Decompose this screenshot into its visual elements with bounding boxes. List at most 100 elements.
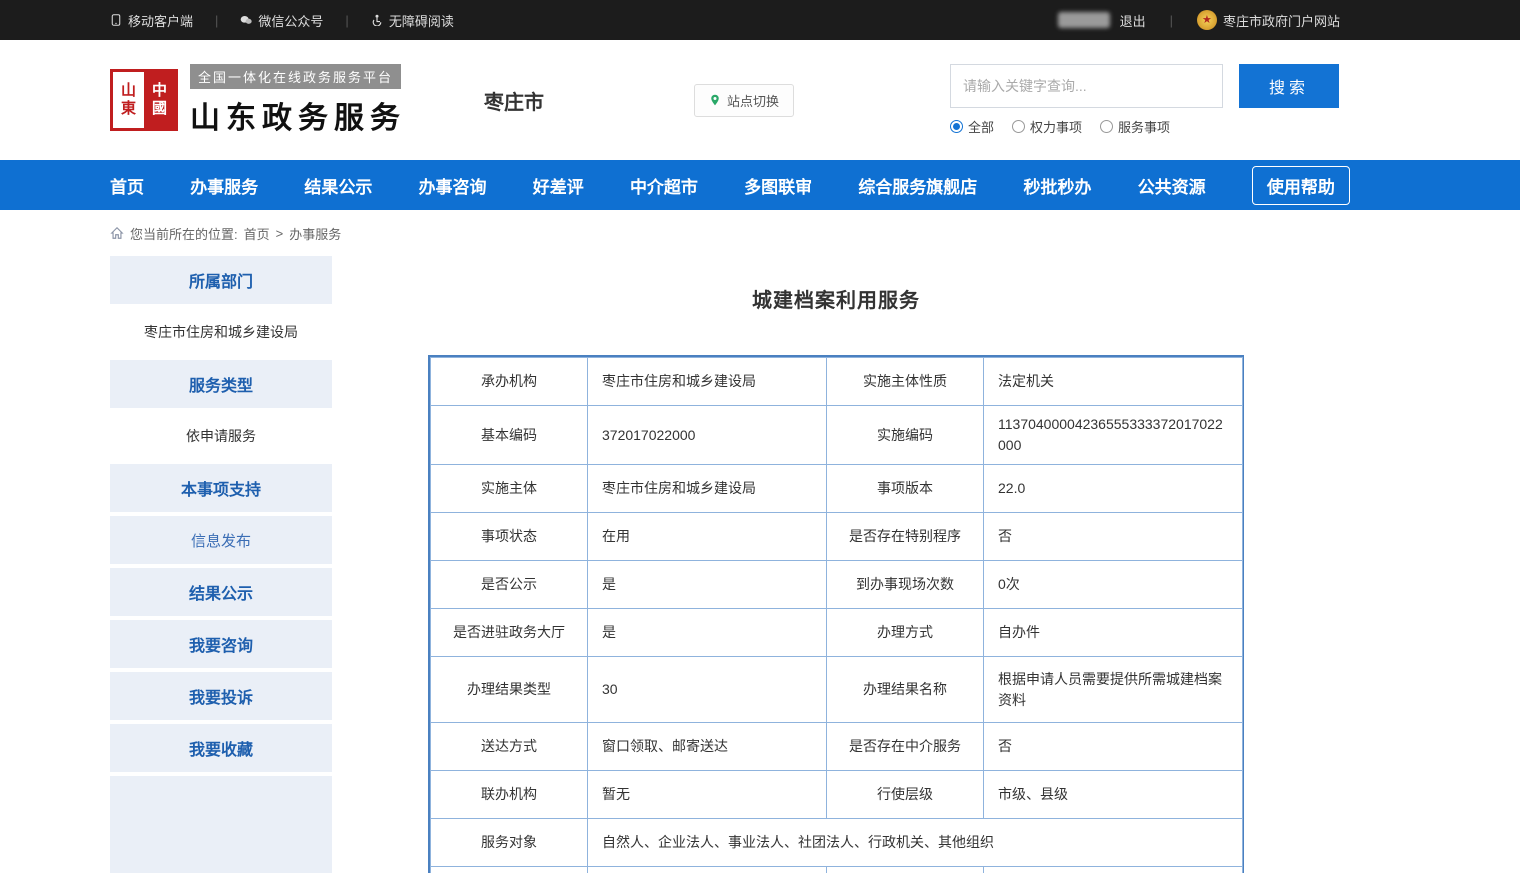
field-label: 办理方式 — [827, 609, 984, 657]
wechat-link[interactable]: 微信公众号 — [240, 11, 323, 30]
field-value: 暂无 — [588, 771, 827, 819]
sidebar-filler — [110, 776, 332, 873]
field-label: 到办事现场次数 — [827, 561, 984, 609]
logout-link[interactable]: 退出 — [1120, 11, 1146, 30]
table-row: 基本编码 372017022000 实施编码 11370400004236555… — [431, 406, 1243, 465]
nav-item-help[interactable]: 使用帮助 — [1252, 166, 1350, 205]
filter-radio-power-items[interactable]: 权力事项 — [1012, 117, 1082, 136]
divider: | — [345, 13, 348, 28]
sidebar-item-favorite[interactable]: 我要收藏 — [110, 724, 332, 772]
mobile-client-link[interactable]: 移动客户端 — [110, 11, 193, 30]
field-label: 是否存在中介服务 — [827, 723, 984, 771]
filter-label: 权力事项 — [1030, 117, 1082, 136]
field-value: 是 — [588, 609, 827, 657]
search-filter-group: 全部 权力事项 服务事项 — [950, 117, 1340, 136]
divider: | — [215, 13, 218, 28]
radio-dot — [1012, 120, 1025, 133]
site-logo[interactable]: 山 東 中 國 全国一体化在线政务服务平台 山东政务服务 — [110, 64, 406, 137]
field-label: 办理结果类型 — [431, 657, 588, 723]
field-value: 自办件 — [984, 609, 1243, 657]
accessibility-icon — [371, 14, 383, 26]
field-value: 0次 — [984, 561, 1243, 609]
field-label — [431, 867, 588, 873]
table-row: 承办机构 枣庄市住房和城乡建设局 实施主体性质 法定机关 — [431, 358, 1243, 406]
field-label: 事项状态 — [431, 513, 588, 561]
nav-item-services[interactable]: 办事服务 — [190, 173, 258, 198]
search-area: 搜索 全部 权力事项 服务事项 — [950, 64, 1340, 136]
field-label: 是否存在特别程序 — [827, 513, 984, 561]
nav-item-intermediary-market[interactable]: 中介超市 — [630, 173, 698, 198]
field-value: 根据申请人员需要提供所需城建档案资料 — [984, 657, 1243, 723]
breadcrumb-current[interactable]: 办事服务 — [289, 224, 341, 243]
nav-item-joint-review[interactable]: 多图联审 — [744, 173, 812, 198]
mobile-client-label: 移动客户端 — [128, 11, 193, 30]
field-value: 是 — [588, 561, 827, 609]
main-panel: 城建档案利用服务 承办机构 枣庄市住房和城乡建设局 实施主体性质 法定机关 基本… — [332, 256, 1520, 873]
field-label: 承办机构 — [431, 358, 588, 406]
field-value: 枣庄市住房和城乡建设局 — [588, 465, 827, 513]
breadcrumb: 您当前所在的位置: 首页 > 办事服务 — [0, 210, 1520, 256]
home-icon — [110, 226, 124, 240]
location-pin-icon — [709, 94, 721, 106]
sidebar-item-complain[interactable]: 我要投诉 — [110, 672, 332, 720]
wechat-icon — [240, 14, 252, 26]
table-row: 送达方式 窗口领取、邮寄送达 是否存在中介服务 否 — [431, 723, 1243, 771]
field-value: 否 — [984, 723, 1243, 771]
sidebar-item-service-type-header[interactable]: 服务类型 — [110, 360, 332, 408]
shandong-seal-logo: 山 東 中 國 — [110, 69, 178, 131]
seal-char: 中 — [152, 82, 167, 100]
field-value: 22.0 — [984, 465, 1243, 513]
seal-char: 山 — [121, 82, 136, 100]
site-switch-label: 站点切换 — [727, 91, 779, 110]
radio-dot — [1100, 120, 1113, 133]
nav-item-public-resources[interactable]: 公共资源 — [1138, 173, 1206, 198]
mobile-phone-icon — [110, 14, 122, 26]
portal-link[interactable]: ★ 枣庄市政府门户网站 — [1197, 10, 1340, 30]
seal-char: 國 — [152, 100, 167, 118]
accessibility-label: 无障碍阅读 — [389, 11, 454, 30]
nav-item-consultation[interactable]: 办事咨询 — [419, 173, 487, 198]
filter-radio-all[interactable]: 全部 — [950, 117, 994, 136]
search-input[interactable] — [950, 64, 1223, 108]
field-label: 是否公示 — [431, 561, 588, 609]
site-switch-button[interactable]: 站点切换 — [694, 84, 794, 117]
main-navigation: 首页 办事服务 结果公示 办事咨询 好差评 中介超市 多图联审 综合服务旗舰店 … — [0, 160, 1520, 210]
field-label: 事项版本 — [827, 465, 984, 513]
sidebar-item-department-header[interactable]: 所属部门 — [110, 256, 332, 304]
sidebar-item-result-publicity[interactable]: 结果公示 — [110, 568, 332, 616]
breadcrumb-home-link[interactable]: 首页 — [244, 224, 270, 243]
nav-item-home[interactable]: 首页 — [110, 173, 144, 198]
radio-dot — [950, 120, 963, 133]
accessibility-link[interactable]: 无障碍阅读 — [371, 11, 454, 30]
sidebar-item-consult[interactable]: 我要咨询 — [110, 620, 332, 668]
national-emblem-icon: ★ — [1197, 10, 1217, 30]
top-utility-bar: 移动客户端 | 微信公众号 | 无障碍阅读 退出 | ★ 枣庄市政府门户网站 — [0, 0, 1520, 40]
search-button[interactable]: 搜索 — [1239, 64, 1339, 108]
masked-username — [1058, 12, 1110, 28]
sidebar-item-on-request-service[interactable]: 依申请服务 — [110, 412, 332, 460]
filter-radio-service-items[interactable]: 服务事项 — [1100, 117, 1170, 136]
field-label: 联办机构 — [431, 771, 588, 819]
sidebar-item-info-release[interactable]: 信息发布 — [110, 516, 332, 564]
field-label: 基本编码 — [431, 406, 588, 465]
nav-item-flagship-store[interactable]: 综合服务旗舰店 — [858, 173, 977, 198]
field-value: 市级、县级 — [984, 771, 1243, 819]
site-header: 山 東 中 國 全国一体化在线政务服务平台 山东政务服务 枣庄市 站点切换 搜索… — [0, 40, 1520, 160]
field-value: 30 — [588, 657, 827, 723]
sidebar-item-supports-header[interactable]: 本事项支持 — [110, 464, 332, 512]
field-label — [827, 867, 984, 873]
site-name: 山东政务服务 — [190, 93, 406, 137]
wechat-label: 微信公众号 — [258, 11, 323, 30]
page-title: 城建档案利用服务 — [428, 284, 1244, 313]
field-label: 实施主体性质 — [827, 358, 984, 406]
sidebar-item-department[interactable]: 枣庄市住房和城乡建设局 — [110, 308, 332, 356]
table-row: 联办机构 暂无 行使层级 市级、县级 — [431, 771, 1243, 819]
service-detail-table: 承办机构 枣庄市住房和城乡建设局 实施主体性质 法定机关 基本编码 372017… — [428, 355, 1244, 873]
field-value: 法定机关 — [984, 358, 1243, 406]
table-row: 实施主体 枣庄市住房和城乡建设局 事项版本 22.0 — [431, 465, 1243, 513]
nav-item-result-publicity[interactable]: 结果公示 — [304, 173, 372, 198]
field-value: 372017022000 — [588, 406, 827, 465]
nav-item-instant-approval[interactable]: 秒批秒办 — [1024, 173, 1092, 198]
nav-item-reviews[interactable]: 好差评 — [533, 173, 584, 198]
field-label: 实施主体 — [431, 465, 588, 513]
